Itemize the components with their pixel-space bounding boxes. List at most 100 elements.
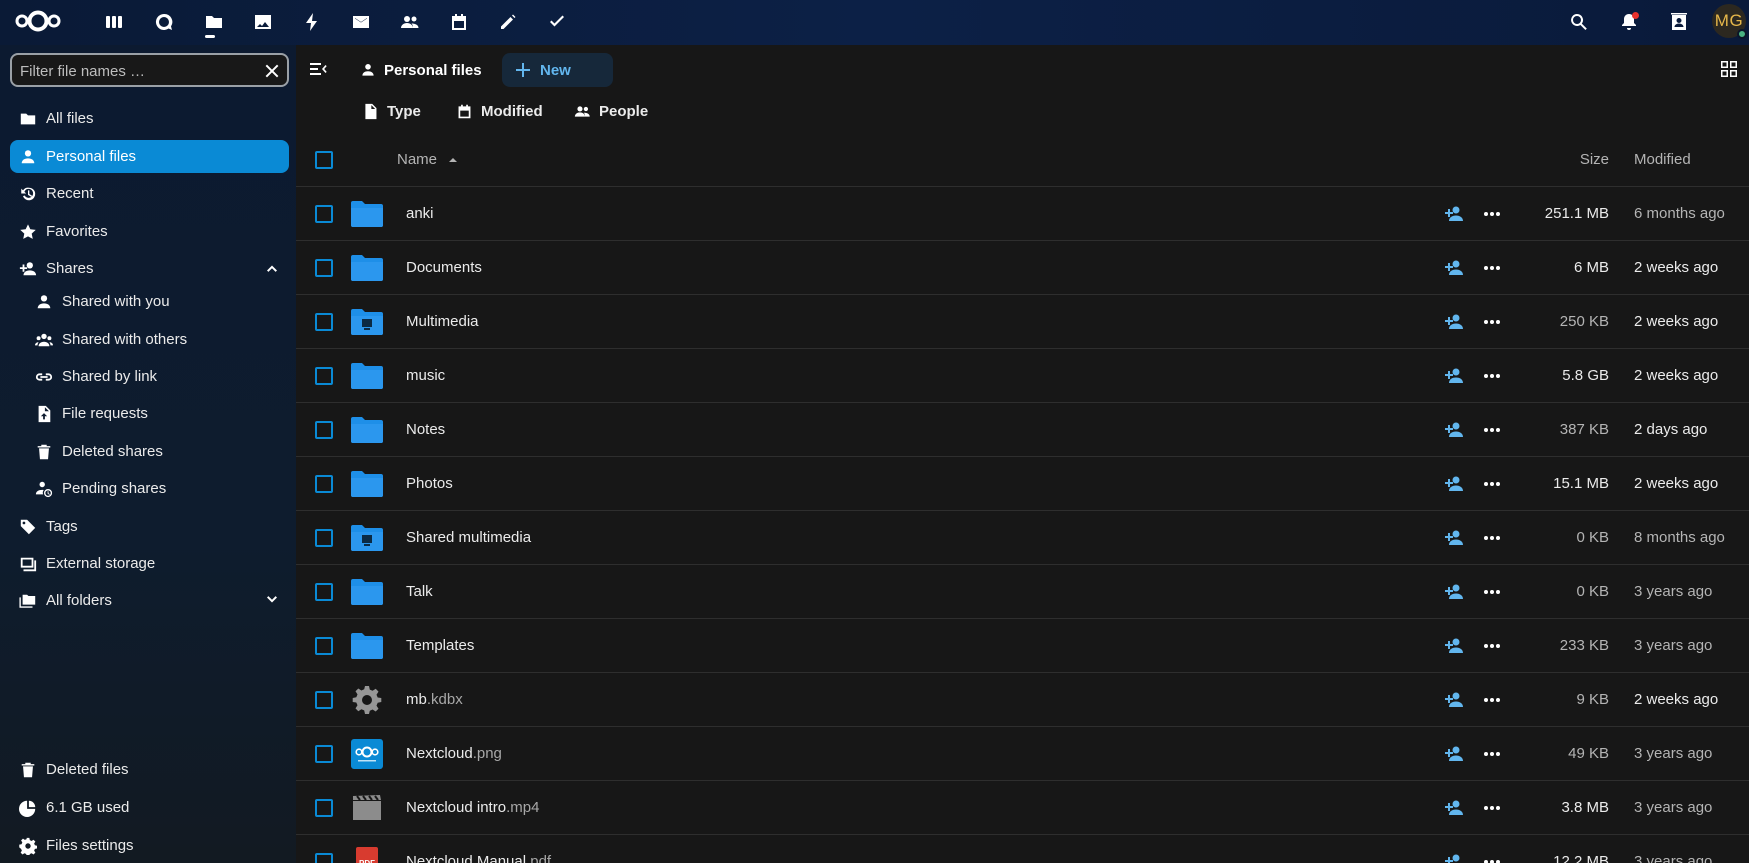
folder-icon[interactable] [350,630,384,662]
more-actions-icon[interactable] [1482,798,1502,818]
row-checkbox[interactable] [315,421,333,439]
contacts-menu-icon[interactable] [1666,9,1692,35]
clear-filter-icon[interactable] [263,62,281,80]
toggle-sidebar-icon[interactable] [308,59,330,81]
folder-icon[interactable] [350,522,384,554]
more-actions-icon[interactable] [1482,366,1502,386]
table-row[interactable]: Nextcloud.png 49 KB 3 years ago [296,727,1749,781]
table-row[interactable]: PDF Nextcloud Manual.pdf 12.2 MB 3 years ag… [296,835,1749,863]
file-name[interactable]: Nextcloud Manual.pdf [406,853,551,863]
chevron-down-icon[interactable] [263,591,281,609]
settings-file-icon[interactable] [350,684,384,716]
nav-deleted-shares[interactable]: Deleted shares [26,435,289,468]
select-all-checkbox[interactable] [315,151,333,169]
more-actions-icon[interactable] [1482,528,1502,548]
file-name[interactable]: music [406,367,445,384]
filter-modified-button[interactable]: Modified [456,97,543,125]
share-icon[interactable] [1444,636,1464,656]
file-name[interactable]: Talk [406,583,433,600]
table-row[interactable]: Talk 0 KB 3 years ago [296,565,1749,619]
share-icon[interactable] [1444,744,1464,764]
mail-icon[interactable] [348,9,374,35]
more-actions-icon[interactable] [1482,258,1502,278]
file-name[interactable]: Shared multimedia [406,529,531,546]
nav-shared-with-you[interactable]: Shared with you [26,285,289,318]
more-actions-icon[interactable] [1482,474,1502,494]
pdf-file-icon[interactable]: PDF [350,846,384,863]
pencil-icon[interactable] [495,9,521,35]
more-actions-icon[interactable] [1482,636,1502,656]
nav-shares[interactable]: Shares [10,252,289,285]
check-icon[interactable] [544,9,570,35]
grid-view-icon[interactable] [1719,59,1741,81]
table-row[interactable]: music 5.8 GB 2 weeks ago [296,349,1749,403]
dashboard-icon[interactable] [101,9,127,35]
table-row[interactable]: Templates 233 KB 3 years ago [296,619,1749,673]
table-row[interactable]: mb.kdbx 9 KB 2 weeks ago [296,673,1749,727]
column-name-header[interactable]: Name [397,151,459,168]
nav-deleted-files[interactable]: Deleted files [10,753,289,786]
filter-type-button[interactable]: Type [362,97,421,125]
calendar-icon[interactable] [446,9,472,35]
share-icon[interactable] [1444,690,1464,710]
share-icon[interactable] [1444,258,1464,278]
file-name[interactable]: Nextcloud.png [406,745,502,762]
more-actions-icon[interactable] [1482,852,1502,863]
table-row[interactable]: Nextcloud intro.mp4 3.8 MB 3 years ago [296,781,1749,835]
folder-icon[interactable] [350,576,384,608]
column-size-header[interactable]: Size [1580,151,1609,168]
new-button[interactable]: New [502,53,613,87]
folder-icon[interactable] [350,468,384,500]
table-row[interactable]: Multimedia 250 KB 2 weeks ago [296,295,1749,349]
file-name[interactable]: Documents [406,259,482,276]
nav-all-files[interactable]: All files [10,102,289,135]
file-name[interactable]: anki [406,205,434,222]
file-name[interactable]: Notes [406,421,445,438]
search-icon[interactable] [1566,9,1592,35]
more-actions-icon[interactable] [1482,744,1502,764]
folder-icon[interactable] [350,198,384,230]
row-checkbox[interactable] [315,313,333,331]
nav-all-folders[interactable]: All folders [10,584,289,617]
row-checkbox[interactable] [315,799,333,817]
nav-external-storage[interactable]: External storage [10,547,289,580]
file-name[interactable]: Nextcloud intro.mp4 [406,799,539,816]
more-actions-icon[interactable] [1482,690,1502,710]
row-checkbox[interactable] [315,583,333,601]
file-name[interactable]: Photos [406,475,453,492]
row-checkbox[interactable] [315,745,333,763]
contacts-icon[interactable] [397,9,423,35]
file-name[interactable]: Multimedia [406,313,479,330]
nav-file-requests[interactable]: File requests [26,397,289,430]
video-file-icon[interactable] [350,792,384,824]
filter-people-button[interactable]: People [574,97,648,125]
nav-tags[interactable]: Tags [10,510,289,543]
share-icon[interactable] [1444,798,1464,818]
share-icon[interactable] [1444,582,1464,602]
table-row[interactable]: Notes 387 KB 2 days ago [296,403,1749,457]
nav-shared-with-others[interactable]: Shared with others [26,323,289,356]
table-row[interactable]: Photos 15.1 MB 2 weeks ago [296,457,1749,511]
nextcloud-logo-icon[interactable] [14,6,62,36]
image-icon[interactable] [250,9,276,35]
share-icon[interactable] [1444,852,1464,863]
row-checkbox[interactable] [315,691,333,709]
image-file-icon[interactable] [350,738,384,770]
talk-icon[interactable] [151,9,177,35]
nav-shared-by-link[interactable]: Shared by link [26,360,289,393]
share-icon[interactable] [1444,204,1464,224]
folder-icon[interactable] [201,9,227,35]
filter-input[interactable] [20,61,250,81]
share-icon[interactable] [1444,312,1464,332]
more-actions-icon[interactable] [1482,204,1502,224]
share-icon[interactable] [1444,366,1464,386]
row-checkbox[interactable] [315,475,333,493]
folder-icon[interactable] [350,360,384,392]
table-row[interactable]: Documents 6 MB 2 weeks ago [296,241,1749,295]
column-modified-header[interactable]: Modified [1634,151,1691,168]
nav-pending-shares[interactable]: Pending shares [26,472,289,505]
row-checkbox[interactable] [315,259,333,277]
nav-recent[interactable]: Recent [10,177,289,210]
more-actions-icon[interactable] [1482,420,1502,440]
chevron-up-icon[interactable] [263,259,281,277]
